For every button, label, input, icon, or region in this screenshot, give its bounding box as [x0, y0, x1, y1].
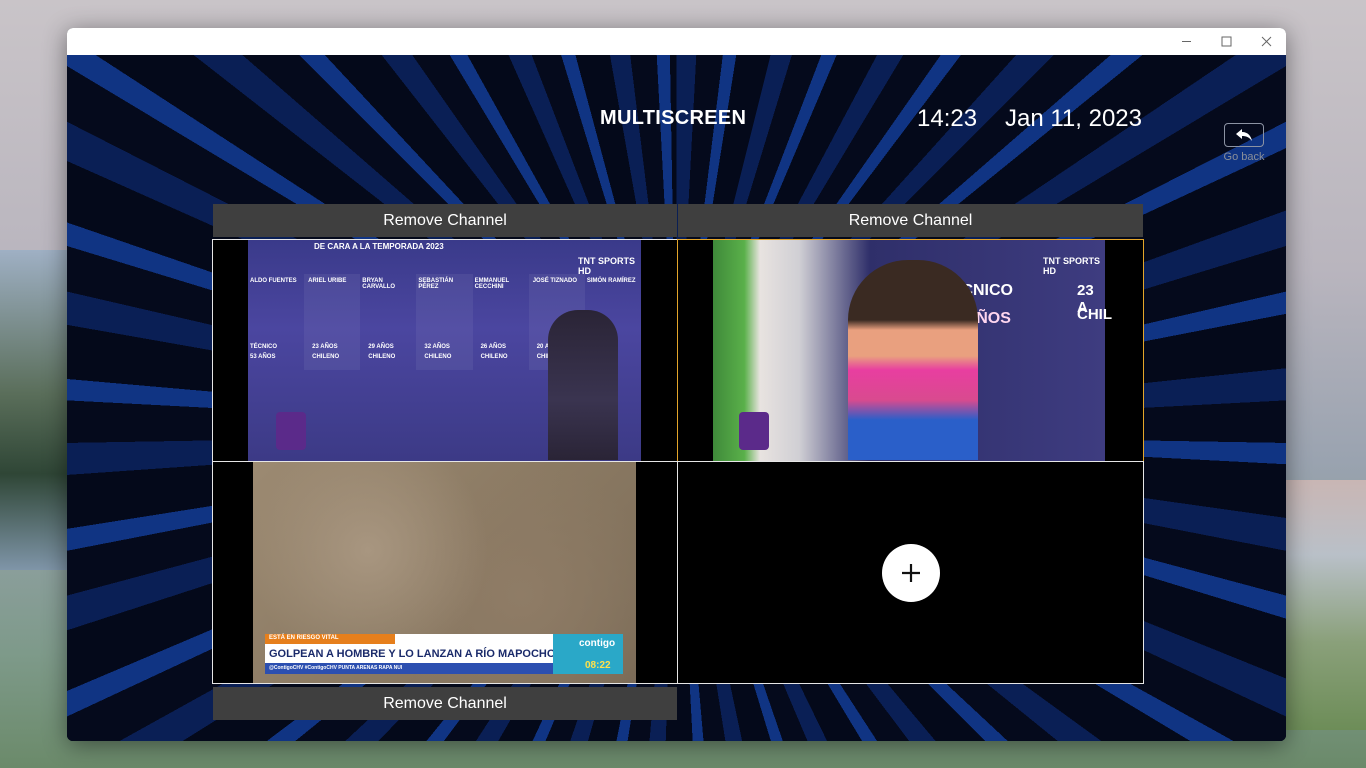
feed2-label4: CHIL [1077, 306, 1112, 323]
feed3-ticker: @ContigoCHV #ContigoCHV PUNTA ARENAS RAP… [269, 665, 403, 671]
add-channel-button[interactable] [881, 543, 940, 602]
go-back-button[interactable]: Go back [1223, 123, 1265, 163]
player-name: SEBASTIÁN PÉREZ [418, 278, 454, 290]
maximize-icon[interactable] [1206, 28, 1246, 55]
player-card: ALDO FUENTES TÉCNICO 53 AÑOS [248, 274, 304, 370]
video-feed-2: TÉCNICO 53 AÑOS 23 A CHIL TNT SPORTS HD [713, 240, 1112, 461]
feed1-show-logo [276, 412, 306, 450]
go-back-label: Go back [1223, 151, 1265, 163]
video-feed-1: DE CARA A LA TEMPORADA 2023 TNT SPORTS H… [248, 240, 641, 461]
player-info: 26 AÑOS [480, 344, 507, 350]
feed2-show-logo [739, 412, 769, 450]
multiscreen-view: MULTISCREEN 14:23 Jan 11, 2023 Go back R… [67, 55, 1286, 741]
player-name: ARIEL URIBE [308, 278, 347, 284]
player-info: 29 AÑOS [368, 344, 394, 350]
title-bar [67, 28, 1286, 55]
channel-slot-1[interactable]: DE CARA A LA TEMPORADA 2023 TNT SPORTS H… [212, 239, 678, 462]
feed3-brand: contigo [579, 638, 616, 649]
video-feed-3: ESTÁ EN RIESGO VITAL GOLPEAN A HOMBRE Y … [253, 462, 636, 683]
remove-channel-button-2[interactable]: Remove Channel [678, 204, 1143, 237]
player-name: ALDO FUENTES [250, 278, 297, 284]
player-card: ARIEL URIBE 23 AÑOS CHILENO [304, 274, 361, 370]
feed1-banner: DE CARA A LA TEMPORADA 2023 [314, 242, 444, 251]
minimize-icon[interactable] [1166, 28, 1206, 55]
channel-slot-4-empty [677, 461, 1144, 684]
player-age: CHILENO [312, 354, 340, 360]
feed1-presenter [548, 310, 618, 460]
player-card: BRYAN CARVALLO 29 AÑOS CHILENO [360, 274, 416, 370]
plus-icon [901, 563, 920, 582]
feed1-logo: TNT SPORTS HD [578, 256, 636, 276]
player-age: CHILENO [424, 354, 452, 360]
desktop-wallpaper-left [0, 250, 70, 570]
player-name: SIMÓN RAMÍREZ [586, 278, 636, 284]
player-info: TÉCNICO [250, 344, 277, 350]
remove-channel-button-3[interactable]: Remove Channel [213, 687, 677, 720]
player-age: CHILENO [368, 354, 396, 360]
feed3-tag: ESTÁ EN RIESGO VITAL [269, 635, 339, 641]
player-info: 23 AÑOS [312, 344, 338, 350]
remove-channel-button-1[interactable]: Remove Channel [213, 204, 677, 237]
feed2-guest [848, 260, 978, 460]
feed2-logo: TNT SPORTS HD [1043, 256, 1101, 276]
desktop-wallpaper-right [1286, 480, 1366, 730]
clock-time: 14:23 [917, 105, 978, 132]
channel-slot-2[interactable]: TÉCNICO 53 AÑOS 23 A CHIL TNT SPORTS HD [677, 239, 1144, 462]
feed3-time: 08:22 [585, 660, 611, 671]
player-age: CHILENO [480, 354, 508, 360]
clock-date: Jan 11, 2023 [1005, 105, 1143, 132]
player-name: EMMANUEL CECCHINI [474, 278, 510, 290]
channel-slot-3[interactable]: ESTÁ EN RIESGO VITAL GOLPEAN A HOMBRE Y … [212, 461, 678, 684]
reply-arrow-icon [1224, 123, 1264, 147]
player-info: 32 AÑOS [424, 344, 450, 350]
player-age: 53 AÑOS [250, 354, 276, 360]
page-title: MULTISCREEN [600, 107, 747, 129]
player-name: BRYAN CARVALLO [362, 278, 396, 290]
player-name: JOSÉ TIZNADO [532, 278, 578, 284]
close-icon[interactable] [1246, 28, 1286, 55]
app-window: MULTISCREEN 14:23 Jan 11, 2023 Go back R… [67, 28, 1286, 741]
player-card: SEBASTIÁN PÉREZ 32 AÑOS CHILENO [416, 274, 473, 370]
player-card: EMMANUEL CECCHINI 26 AÑOS CHILENO [473, 274, 529, 370]
feed3-headline: GOLPEAN A HOMBRE Y LO LANZAN A RÍO MAPOC… [269, 648, 556, 660]
